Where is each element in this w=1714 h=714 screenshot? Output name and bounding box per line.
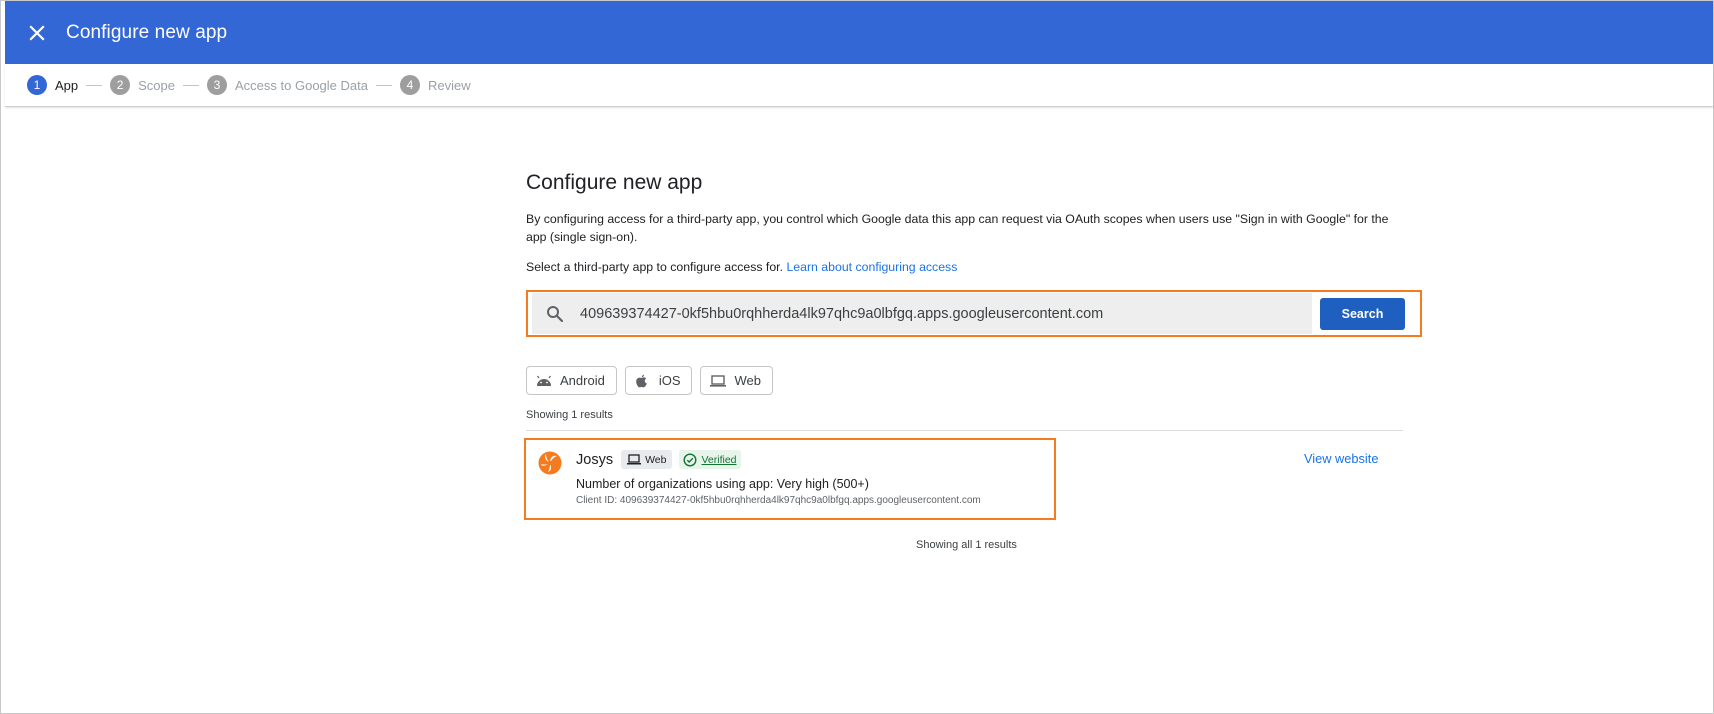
- verified-label: Verified: [701, 453, 737, 466]
- search-icon: [546, 304, 566, 324]
- android-icon: [536, 374, 552, 388]
- select-text: Select a third-party app to configure ac…: [526, 260, 784, 274]
- laptop-icon: [627, 454, 642, 465]
- step-separator: [183, 84, 200, 86]
- results-count: Showing 1 results: [526, 409, 613, 421]
- step-label: Review: [427, 77, 471, 93]
- step-review[interactable]: 4 Review: [399, 75, 471, 95]
- platform-filters: Android iOS Web: [526, 366, 773, 395]
- verified-badge[interactable]: Verified: [679, 450, 741, 469]
- step-number: 4: [399, 75, 420, 95]
- search-highlight: Search: [526, 290, 1422, 337]
- org-count-text: Number of organizations using app: Very …: [576, 477, 869, 491]
- result-header: Josys Web Verified: [576, 450, 741, 469]
- stepper: 1 App 2 Scope 3 Access to Google Data 4 …: [5, 64, 1713, 107]
- search-input[interactable]: [578, 304, 1312, 323]
- step-number: 3: [207, 75, 228, 95]
- apple-icon: [635, 374, 651, 388]
- results-footer: Showing all 1 results: [916, 539, 1017, 551]
- search-field[interactable]: [532, 293, 1312, 334]
- check-circle-icon: [683, 452, 697, 467]
- filter-web-chip[interactable]: Web: [700, 366, 773, 395]
- page-description: By configuring access for a third-party …: [526, 212, 1389, 244]
- step-label: Access to Google Data: [235, 77, 368, 93]
- close-icon[interactable]: [25, 21, 49, 45]
- step-number: 1: [27, 75, 47, 95]
- result-item-highlight[interactable]: Josys Web Verified Number of organizatio…: [524, 438, 1056, 520]
- step-scope[interactable]: 2 Scope: [110, 75, 175, 95]
- filter-android-chip[interactable]: Android: [526, 366, 617, 395]
- step-separator: [86, 84, 103, 86]
- step-number: 2: [110, 75, 131, 95]
- step-access-google-data[interactable]: 3 Access to Google Data: [207, 75, 368, 95]
- josys-logo: [538, 451, 562, 475]
- view-website-link[interactable]: View website: [1304, 451, 1378, 466]
- header-bar: Configure new app: [5, 1, 1713, 64]
- header-title: Configure new app: [66, 21, 228, 43]
- step-label: Scope: [138, 77, 176, 93]
- platform-badge: Web: [621, 450, 673, 469]
- step-app[interactable]: 1 App: [27, 75, 78, 95]
- filter-ios-chip[interactable]: iOS: [624, 366, 693, 395]
- app-frame: [0, 0, 1714, 714]
- step-separator: [375, 84, 392, 86]
- page-title: Configure new app: [526, 171, 703, 194]
- app-name: Josys: [576, 451, 614, 468]
- laptop-icon: [710, 374, 727, 388]
- results-divider: [526, 430, 1403, 431]
- filter-label: iOS: [658, 373, 681, 388]
- client-id-text: Client ID: 409639374427-0kf5hbu0rqhherda…: [576, 495, 981, 506]
- filter-label: Web: [734, 373, 761, 388]
- filter-label: Android: [560, 373, 605, 388]
- learn-more-link[interactable]: Learn about configuring access: [786, 260, 957, 274]
- step-label: App: [55, 77, 79, 93]
- search-button[interactable]: Search: [1320, 297, 1405, 330]
- select-instruction: Select a third-party app to configure ac…: [526, 260, 1406, 274]
- main-content: Configure new app By configuring access …: [526, 166, 1406, 274]
- platform-badge-label: Web: [645, 453, 667, 466]
